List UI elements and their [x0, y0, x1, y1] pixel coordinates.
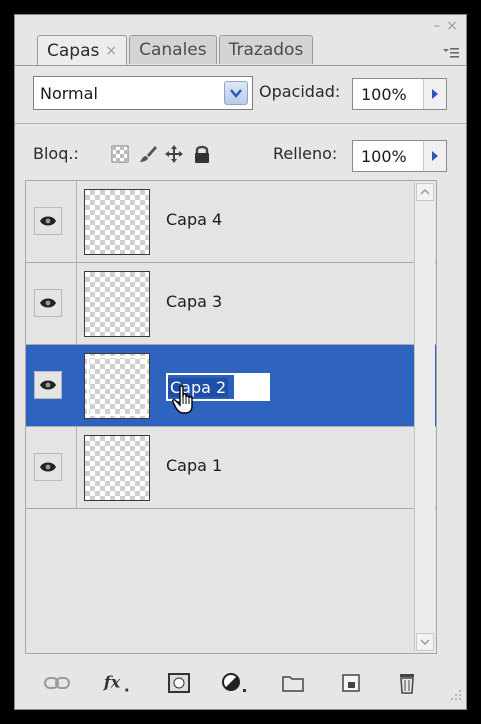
text-caret-area — [234, 375, 268, 399]
new-layer-icon[interactable] — [337, 671, 365, 695]
layer-name[interactable]: Capa 1 — [166, 456, 222, 475]
tab-close-icon[interactable]: × — [105, 43, 117, 59]
tab-canales-label: Canales — [139, 40, 207, 60]
lock-icon[interactable] — [191, 143, 213, 165]
opacity-value: 100% — [361, 84, 407, 104]
lock-label: Bloq.: — [33, 144, 79, 163]
divider — [76, 427, 77, 508]
opacity-field[interactable]: 100% — [352, 78, 447, 110]
fill-value: 100% — [361, 146, 407, 166]
eye-icon — [39, 376, 57, 395]
visibility-toggle[interactable] — [34, 453, 62, 481]
layer-name[interactable]: Capa 4 — [166, 210, 222, 229]
scrollbar[interactable] — [414, 182, 435, 652]
layer-thumbnail[interactable] — [84, 353, 150, 419]
adjustment-icon[interactable] — [221, 671, 249, 695]
visibility-toggle[interactable] — [34, 207, 62, 235]
eye-icon — [39, 212, 57, 231]
chevron-right-icon[interactable] — [423, 79, 446, 109]
layers-toolbar: fx — [15, 657, 466, 709]
layer-thumbnail[interactable] — [84, 271, 150, 337]
chevron-right-icon[interactable] — [423, 141, 446, 171]
minimize-button[interactable]: – — [433, 19, 440, 33]
visibility-toggle[interactable] — [34, 289, 62, 317]
layer-row[interactable]: Capa 3 — [26, 263, 436, 345]
fill-field[interactable]: 100% — [352, 140, 447, 172]
move-icon[interactable] — [163, 143, 185, 165]
brush-icon[interactable] — [137, 143, 159, 165]
divider — [15, 123, 466, 124]
layer-row[interactable]: Capa 4 — [26, 181, 436, 263]
blend-mode-select[interactable]: Normal — [33, 76, 253, 110]
divider — [76, 181, 77, 262]
layer-thumbnail[interactable] — [84, 435, 150, 501]
opacity-label: Opacidad: — [259, 82, 341, 101]
layer-name[interactable]: Capa 3 — [166, 292, 222, 311]
blend-mode-value: Normal — [40, 83, 98, 103]
panel-tabs: Capas × Canales Trazados — [37, 35, 315, 66]
tab-trazados-label: Trazados — [228, 40, 304, 60]
fx-icon[interactable]: fx — [103, 671, 131, 695]
chevron-down-icon[interactable] — [224, 81, 248, 105]
layers-panel: – × Capas × Canales Trazados Normal Opac… — [14, 14, 467, 710]
tab-trazados[interactable]: Trazados — [218, 35, 314, 64]
eye-icon — [39, 458, 57, 477]
hand-cursor-icon — [172, 385, 198, 419]
window-controls: – × — [433, 19, 458, 33]
folder-icon[interactable] — [279, 671, 307, 695]
link-icon[interactable] — [43, 671, 71, 695]
layer-row[interactable]: Capa 1 — [26, 427, 436, 509]
layer-row-selected[interactable]: Capa 2 — [26, 345, 436, 427]
tab-capas[interactable]: Capas × — [37, 35, 128, 66]
visibility-toggle[interactable] — [34, 371, 62, 399]
divider — [76, 263, 77, 344]
eye-icon — [39, 294, 57, 313]
resize-grip-icon[interactable] — [450, 686, 462, 705]
tab-canales[interactable]: Canales — [129, 35, 217, 64]
scroll-down-button[interactable] — [416, 633, 434, 651]
tab-capas-label: Capas — [47, 41, 100, 61]
tab-divider — [15, 65, 466, 66]
lock-transparent-icon[interactable] — [109, 143, 131, 165]
mask-icon[interactable] — [165, 671, 193, 695]
svg-text:fx: fx — [103, 673, 121, 692]
panel-menu-icon[interactable] — [442, 45, 460, 59]
layers-list[interactable]: Capa 4 Capa 3 Capa 2 Capa 1 — [25, 180, 437, 654]
trash-icon[interactable] — [393, 671, 421, 695]
fill-label: Relleno: — [273, 144, 338, 163]
scroll-up-button[interactable] — [416, 183, 434, 201]
close-button[interactable]: × — [446, 19, 458, 33]
layer-thumbnail[interactable] — [84, 189, 150, 255]
